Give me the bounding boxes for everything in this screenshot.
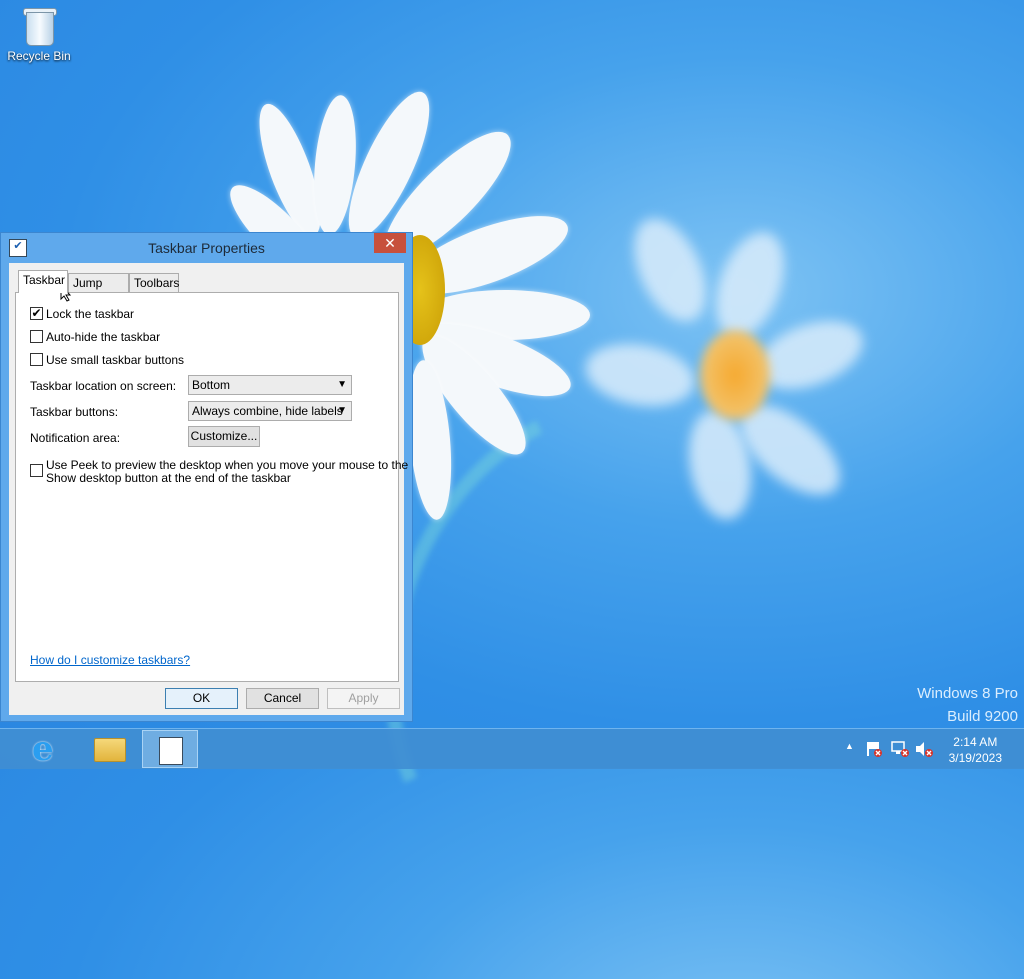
location-dropdown[interactable]: Bottom ▼ xyxy=(188,375,352,395)
buttons-value: Always combine, hide labels xyxy=(192,404,343,418)
dialog-client-area: Taskbar Jump Lists Toolbars ✔ Lock the t… xyxy=(9,263,408,715)
lock-taskbar-checkbox[interactable]: ✔ xyxy=(30,307,43,320)
chevron-down-icon: ▼ xyxy=(337,379,347,390)
location-label: Taskbar location on screen: xyxy=(30,379,177,393)
tab-panel-taskbar: ✔ Lock the taskbar Auto-hide the taskbar… xyxy=(15,292,408,682)
taskbar-properties-icon xyxy=(159,737,183,765)
tab-toolbars[interactable]: Toolbars xyxy=(129,273,179,292)
auto-hide-checkbox[interactable] xyxy=(30,330,43,343)
peek-checkbox[interactable] xyxy=(30,464,43,477)
recycle-bin-icon xyxy=(22,6,57,46)
clock[interactable]: 2:14 AM 3/19/2023 xyxy=(949,734,1002,766)
action-center-icon[interactable] xyxy=(865,740,883,780)
ok-button[interactable]: OK xyxy=(165,688,238,709)
peek-label-line1: Use Peek to preview the desktop when you… xyxy=(46,458,409,472)
clock-time: 2:14 AM xyxy=(953,735,998,749)
taskbar-properties-dialog: ✔ Taskbar Properties ✕ Taskbar Jump List… xyxy=(0,232,413,722)
notification-label: Notification area: xyxy=(30,431,121,445)
show-hidden-icons-button[interactable]: ▲ xyxy=(845,741,854,781)
peek-label-line2: Show desktop button at the end of the ta… xyxy=(46,471,291,485)
small-buttons-checkbox[interactable] xyxy=(30,353,43,366)
dialog-titlebar[interactable]: ✔ Taskbar Properties ✕ xyxy=(1,233,412,261)
buttons-dropdown[interactable]: Always combine, hide labels ▼ xyxy=(188,401,352,421)
tab-taskbar[interactable]: Taskbar xyxy=(18,270,68,293)
file-explorer-icon xyxy=(94,738,126,762)
desktop-icon-label: Recycle Bin xyxy=(7,49,71,63)
apply-button[interactable]: Apply xyxy=(327,688,400,709)
small-buttons-label: Use small taskbar buttons xyxy=(46,353,185,367)
volume-muted-icon[interactable] xyxy=(914,740,934,780)
location-value: Bottom xyxy=(192,378,231,392)
lock-taskbar-label: Lock the taskbar xyxy=(46,307,135,321)
network-icon[interactable] xyxy=(890,740,910,780)
buttons-label: Taskbar buttons: xyxy=(30,405,119,419)
chevron-down-icon: ▼ xyxy=(337,405,347,416)
taskbar-item-file-explorer[interactable] xyxy=(80,730,136,768)
cancel-button[interactable]: Cancel xyxy=(246,688,319,709)
help-link[interactable]: How do I customize taskbars? xyxy=(30,653,190,667)
tab-jump-lists[interactable]: Jump Lists xyxy=(68,273,129,309)
customize-button[interactable]: Customize... xyxy=(188,426,260,447)
dialog-title: Taskbar Properties xyxy=(148,240,265,256)
internet-explorer-icon: e xyxy=(32,729,54,769)
desktop-icon-recycle-bin[interactable]: Recycle Bin xyxy=(4,6,74,63)
taskbar-item-internet-explorer[interactable]: e xyxy=(18,730,74,768)
watermark-edition: Windows 8 Pro xyxy=(917,685,1018,702)
taskbar: e ▲ 2:14 AM 3/19/2023 xyxy=(0,728,1024,769)
watermark-build: Build 9200 xyxy=(947,708,1018,725)
clock-date: 3/19/2023 xyxy=(948,751,1002,765)
close-icon: ✕ xyxy=(384,235,396,251)
taskbar-item-taskbar-properties[interactable] xyxy=(142,730,198,768)
close-button[interactable]: ✕ xyxy=(374,233,406,253)
auto-hide-label: Auto-hide the taskbar xyxy=(46,330,161,344)
